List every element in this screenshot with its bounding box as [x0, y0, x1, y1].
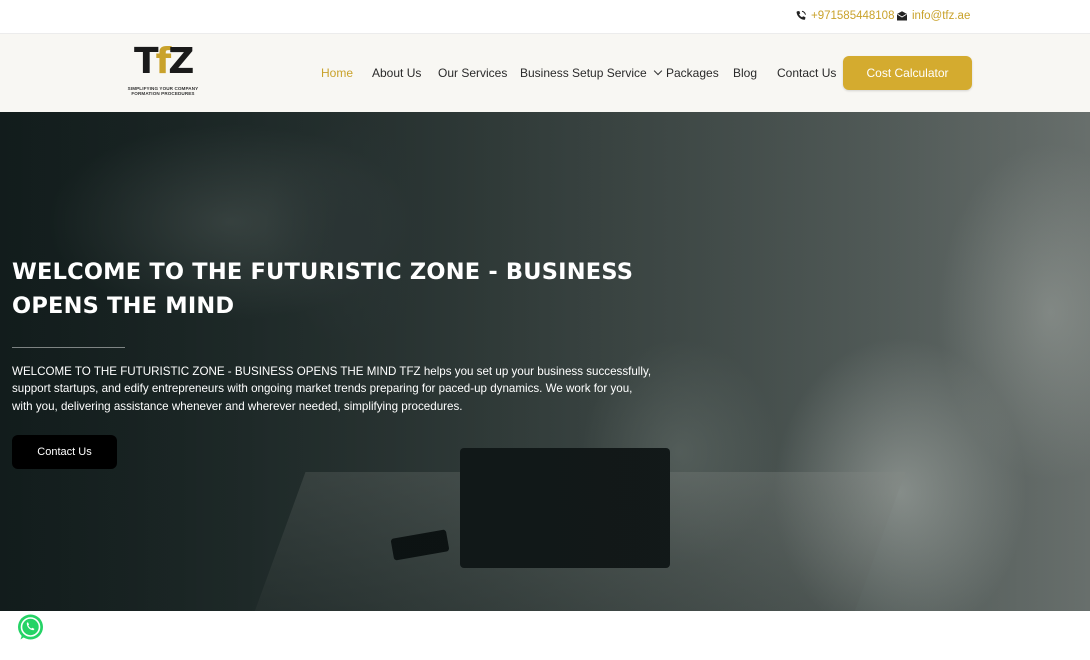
site-header: TfZ SIMPLIFYING YOUR COMPANY FORMATION P… — [0, 34, 1090, 112]
nav-item-our-services[interactable]: Our Services — [438, 66, 507, 80]
cost-calculator-button[interactable]: Cost Calculator — [843, 56, 972, 90]
nav-item-about-us[interactable]: About Us — [372, 66, 421, 80]
email-address: info@tfz.ae — [912, 10, 971, 22]
nav-item-contact-us[interactable]: Contact Us — [777, 66, 836, 80]
chevron-down-icon — [653, 66, 662, 76]
hero-title: WELCOME TO THE FUTURISTIC ZONE - BUSINES… — [12, 259, 634, 319]
hero-overlay — [0, 112, 1090, 611]
hero-section: WELCOME TO THE FUTURISTIC ZONE - BUSINES… — [0, 112, 1090, 611]
nav-item-blog[interactable]: Blog — [733, 66, 757, 80]
email-link[interactable]: info@tfz.ae — [896, 10, 970, 22]
nav-item-home[interactable]: Home — [321, 66, 353, 80]
nav-item-packages[interactable]: Packages — [666, 66, 719, 80]
hero-divider — [12, 347, 125, 348]
top-contact-bar: +971585448108 info@tfz.ae — [0, 0, 1090, 34]
whatsapp-icon[interactable] — [16, 613, 45, 642]
hero-description: WELCOME TO THE FUTURISTIC ZONE - BUSINES… — [12, 365, 652, 413]
nav-item-label: Business Setup Service — [520, 66, 647, 80]
phone-icon — [795, 10, 807, 22]
nav-item-business-setup-service[interactable]: Business Setup Service — [520, 66, 662, 80]
hero-contact-button[interactable]: Contact Us — [12, 435, 117, 469]
envelope-icon — [896, 10, 908, 22]
phone-link[interactable]: +971585448108 — [795, 10, 894, 22]
phone-number: +971585448108 — [811, 10, 895, 22]
